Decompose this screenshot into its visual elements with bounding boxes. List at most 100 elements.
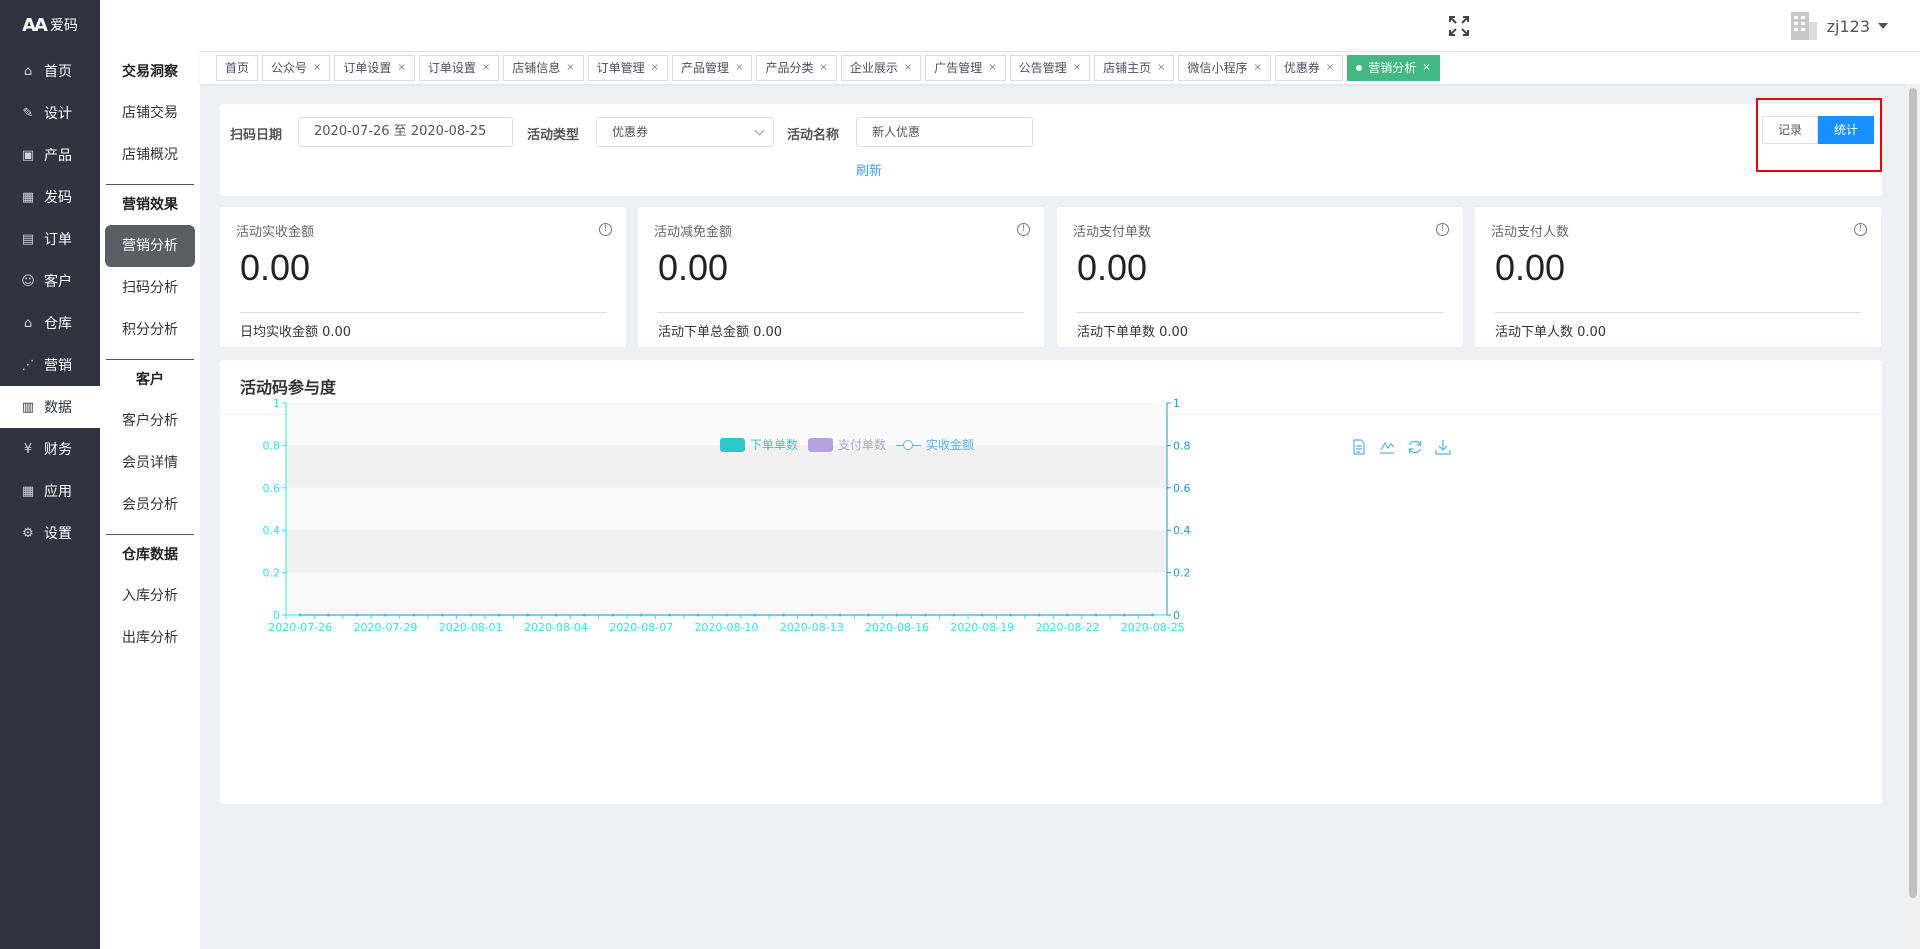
tab-label: 微信小程序 xyxy=(1187,61,1248,75)
user-menu[interactable]: zj123 xyxy=(1789,10,1888,42)
fullscreen-icon[interactable] xyxy=(1448,15,1470,37)
line-chart-icon[interactable] xyxy=(1378,438,1396,456)
sidebar-item-label: 发码 xyxy=(44,190,72,206)
scrollbar-thumb[interactable] xyxy=(1909,88,1917,898)
sidebar-item-2[interactable]: ▣ 产品 xyxy=(0,134,100,176)
tab[interactable]: 订单设置 × xyxy=(334,55,415,81)
close-icon[interactable]: × xyxy=(1326,56,1334,80)
sidebar-item-0[interactable]: ⌂ 首页 xyxy=(0,50,100,92)
sidebar-item-4[interactable]: ▤ 订单 xyxy=(0,218,100,260)
active-dot-icon xyxy=(1356,65,1363,71)
y-tick-label: 1 xyxy=(273,397,280,410)
line-point xyxy=(1094,613,1098,617)
refresh-icon[interactable] xyxy=(1406,438,1424,456)
close-icon[interactable]: × xyxy=(566,56,574,80)
legend-item[interactable]: 下单单数 xyxy=(720,436,798,453)
tab-label: 店铺信息 xyxy=(512,61,561,75)
line-point xyxy=(1009,613,1013,617)
app-logo[interactable]: AA 爱码 xyxy=(0,0,100,50)
submenu-item-customer-analysis[interactable]: 客户分析 xyxy=(105,400,195,442)
sidebar-item-label: 应用 xyxy=(44,484,72,500)
tab[interactable]: 订单管理 × xyxy=(587,55,669,81)
sidebar-item-6[interactable]: ⌂ 仓库 xyxy=(0,302,100,344)
close-icon[interactable]: × xyxy=(735,56,743,80)
tab[interactable]: 公告管理 × xyxy=(1009,55,1091,81)
legend-item[interactable]: 实收金额 xyxy=(896,436,974,453)
submenu-item-points-analysis[interactable]: 积分分析 xyxy=(105,309,195,351)
activity-chart: 00.20.40.60.8100.20.40.60.812020-07-26 20… xyxy=(263,397,1191,634)
line-point xyxy=(725,613,728,617)
tab-label: 首页 xyxy=(225,61,250,75)
tab[interactable]: 店铺信息 × xyxy=(503,55,584,81)
tab-label: 产品分类 xyxy=(765,61,814,75)
close-icon[interactable]: × xyxy=(1422,56,1430,80)
submenu-item-shop-overview[interactable]: 店铺概况 xyxy=(105,134,195,176)
close-icon[interactable]: × xyxy=(651,56,659,80)
close-icon[interactable]: × xyxy=(1157,56,1165,80)
close-icon[interactable]: × xyxy=(397,56,405,80)
line-point xyxy=(1151,613,1155,617)
y-tick-label: 0.4 xyxy=(263,524,281,537)
activity-name-input[interactable]: 新人优惠 xyxy=(856,117,1033,147)
sidebar-item-label: 财务 xyxy=(44,442,72,458)
activity-name-label: 活动名称 xyxy=(787,128,840,143)
info-icon[interactable]: ! xyxy=(599,223,612,236)
sidebar-item-10[interactable]: ▦ 应用 xyxy=(0,470,100,512)
activity-type-select[interactable]: 优惠券 xyxy=(596,117,774,147)
close-icon[interactable]: × xyxy=(819,56,827,80)
submenu-item-inbound-analysis[interactable]: 入库分析 xyxy=(105,575,195,617)
record-button[interactable]: 记录 xyxy=(1762,116,1818,144)
sidebar-item-8[interactable]: ▥ 数据 xyxy=(0,386,100,428)
tab[interactable]: 微信小程序 × xyxy=(1178,55,1271,81)
legend-item[interactable]: 支付单数 xyxy=(808,436,886,453)
sidebar-item-7[interactable]: ⋰ 营销 xyxy=(0,344,100,386)
stats-button[interactable]: 统计 xyxy=(1818,116,1874,144)
submenu-item-outbound-analysis[interactable]: 出库分析 xyxy=(105,617,195,659)
close-icon[interactable]: × xyxy=(904,56,912,80)
submenu-item-member-detail[interactable]: 会员详情 xyxy=(105,442,195,484)
submenu-item-scan-analysis[interactable]: 扫码分析 xyxy=(105,267,195,309)
sidebar-item-11[interactable]: ⚙ 设置 xyxy=(0,512,100,554)
tab[interactable]: 营销分析 × xyxy=(1347,55,1440,81)
page-scrollbar[interactable] xyxy=(1906,84,1920,949)
close-icon[interactable]: × xyxy=(988,56,996,80)
close-icon[interactable]: × xyxy=(313,56,321,80)
data-view-icon[interactable] xyxy=(1350,438,1368,456)
sidebar-item-3[interactable]: ▦ 发码 xyxy=(0,176,100,218)
close-icon[interactable]: × xyxy=(1254,56,1262,80)
tab[interactable]: 产品管理 × xyxy=(672,55,753,81)
secondary-menu: 交易洞察 店铺交易 店铺概况 营销效果 营销分析 扫码分析 积分分析 客户 客户… xyxy=(100,0,200,949)
tab-label: 企业展示 xyxy=(849,61,898,75)
sidebar-item-label: 订单 xyxy=(44,232,72,248)
tab[interactable]: 广告管理 × xyxy=(925,55,1006,81)
main-sidebar: AA 爱码 ⌂ 首页 ✎ 设计 ▣ 产品 ▦ 发码 ▤ 订单 ☺ 客户 ⌂ 仓库 ⋰ 营销 ▥ 数据 ¥ 财务 ▦ 应用 ⚙… xyxy=(0,0,100,949)
tab[interactable]: 首页 xyxy=(216,55,259,81)
tab[interactable]: 公众号 × xyxy=(262,55,331,81)
submenu-group-title: 客户 xyxy=(136,372,164,388)
info-icon[interactable]: ! xyxy=(1854,223,1867,236)
info-icon[interactable]: ! xyxy=(1436,223,1449,236)
info-icon[interactable]: ! xyxy=(1017,223,1030,236)
y-tick-label: 0.8 xyxy=(263,439,281,452)
stat-value: 0.00 xyxy=(1495,247,1566,288)
close-icon[interactable]: × xyxy=(482,56,490,80)
qrcode-icon: ▦ xyxy=(21,189,35,205)
tab[interactable]: 企业展示 × xyxy=(840,55,922,81)
sidebar-item-5[interactable]: ☺ 客户 xyxy=(0,260,100,302)
chart-panel: 活动码参与度 0 0.2 0.4 0.6 0.8 1 0 0.2 0.4 0.6 0.8 1 2020-… xyxy=(220,360,1882,804)
submenu-item-marketing-analysis[interactable]: 营销分析 xyxy=(105,225,195,267)
download-icon[interactable] xyxy=(1434,438,1452,456)
stat-title: 活动支付单数 xyxy=(1073,225,1152,240)
sidebar-item-1[interactable]: ✎ 设计 xyxy=(0,92,100,134)
date-range-picker[interactable]: 2020-07-26 至 2020-08-25 xyxy=(298,117,513,147)
refresh-link[interactable]: 刷新 xyxy=(856,160,882,179)
tab[interactable]: 订单设置 × xyxy=(418,55,500,81)
tab[interactable]: 店铺主页 × xyxy=(1094,55,1175,81)
submenu-item-shop-trade[interactable]: 店铺交易 xyxy=(105,92,195,134)
tab[interactable]: 优惠券 × xyxy=(1274,55,1344,81)
submenu-item-member-analysis[interactable]: 会员分析 xyxy=(105,484,195,526)
tab[interactable]: 产品分类 × xyxy=(756,55,837,81)
close-icon[interactable]: × xyxy=(1073,56,1081,80)
sidebar-item-9[interactable]: ¥ 财务 xyxy=(0,428,100,470)
line-point xyxy=(696,613,700,617)
